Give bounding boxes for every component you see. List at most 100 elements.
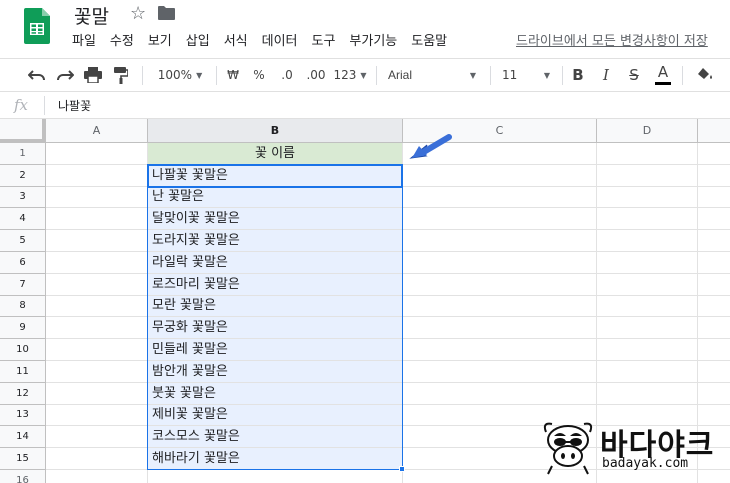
- number-format-select[interactable]: 123 ▼: [332, 59, 368, 91]
- cell-c9[interactable]: [403, 317, 597, 339]
- print-button[interactable]: [80, 59, 106, 91]
- row-header[interactable]: 12: [0, 383, 46, 405]
- row-header[interactable]: 1: [0, 143, 46, 165]
- cell-a12[interactable]: [46, 383, 148, 405]
- cell-e11[interactable]: [698, 361, 730, 383]
- font-select[interactable]: Arial ▼: [382, 59, 482, 91]
- cell-e4[interactable]: [698, 208, 730, 230]
- undo-button[interactable]: [24, 59, 50, 91]
- cell-a13[interactable]: [46, 405, 148, 426]
- cell-d7[interactable]: [597, 274, 698, 296]
- cell-e10[interactable]: [698, 339, 730, 361]
- cell-c7[interactable]: [403, 274, 597, 296]
- cell-d10[interactable]: [597, 339, 698, 361]
- cell-a3[interactable]: [46, 187, 148, 208]
- cell-b14[interactable]: 코스모스 꽃말은: [148, 426, 403, 448]
- cell-e12[interactable]: [698, 383, 730, 405]
- row-header[interactable]: 15: [0, 448, 46, 470]
- cell-c5[interactable]: [403, 230, 597, 252]
- star-icon[interactable]: ☆: [130, 3, 146, 24]
- cell-e7[interactable]: [698, 274, 730, 296]
- cell-d3[interactable]: [597, 187, 698, 208]
- row-header[interactable]: 13: [0, 405, 46, 426]
- row-header[interactable]: 14: [0, 426, 46, 448]
- cell-a14[interactable]: [46, 426, 148, 448]
- cell-c4[interactable]: [403, 208, 597, 230]
- menu-view[interactable]: 보기: [148, 32, 172, 52]
- cell-d1[interactable]: [597, 143, 698, 165]
- percent-format-button[interactable]: %: [248, 59, 270, 91]
- save-status-link[interactable]: 드라이브에서 모든 변경사항이 저장: [516, 32, 708, 52]
- row-header[interactable]: 8: [0, 296, 46, 317]
- decrease-decimal-button[interactable]: .0: [274, 59, 300, 91]
- select-all-corner[interactable]: [0, 119, 46, 143]
- cell-b8[interactable]: 모란 꽃말은: [148, 296, 403, 317]
- fill-color-button[interactable]: [692, 59, 718, 91]
- column-header-e[interactable]: [698, 119, 730, 143]
- font-size-select[interactable]: 11 ▼: [496, 59, 556, 91]
- cell-b5[interactable]: 도라지꽃 꽃말은: [148, 230, 403, 252]
- italic-button[interactable]: I: [594, 59, 618, 91]
- paint-format-button[interactable]: [108, 59, 134, 91]
- cell-b16[interactable]: [148, 470, 403, 483]
- cell-b9[interactable]: 무궁화 꽃말은: [148, 317, 403, 339]
- menu-addons[interactable]: 부가기능: [349, 32, 397, 52]
- cell-c12[interactable]: [403, 383, 597, 405]
- row-header[interactable]: 6: [0, 252, 46, 274]
- cell-a8[interactable]: [46, 296, 148, 317]
- cell-d4[interactable]: [597, 208, 698, 230]
- redo-button[interactable]: [52, 59, 78, 91]
- cell-e9[interactable]: [698, 317, 730, 339]
- strikethrough-button[interactable]: S: [622, 59, 646, 91]
- cell-e3[interactable]: [698, 187, 730, 208]
- cell-b11[interactable]: 밤안개 꽃말은: [148, 361, 403, 383]
- cell-a11[interactable]: [46, 361, 148, 383]
- menu-insert[interactable]: 삽입: [186, 32, 210, 52]
- doc-title[interactable]: 꽃말: [74, 2, 109, 29]
- cell-d12[interactable]: [597, 383, 698, 405]
- cell-b3[interactable]: 난 꽃말은: [148, 187, 403, 208]
- column-header-d[interactable]: D: [597, 119, 698, 143]
- cell-a15[interactable]: [46, 448, 148, 470]
- cell-b7[interactable]: 로즈마리 꽃말은: [148, 274, 403, 296]
- row-header[interactable]: 2: [0, 165, 46, 187]
- menu-help[interactable]: 도움말: [411, 32, 447, 52]
- cell-a16[interactable]: [46, 470, 148, 483]
- menu-file[interactable]: 파일: [72, 32, 96, 52]
- row-header[interactable]: 4: [0, 208, 46, 230]
- cell-c2[interactable]: [403, 165, 597, 187]
- row-header[interactable]: 3: [0, 187, 46, 208]
- cell-d11[interactable]: [597, 361, 698, 383]
- cell-a10[interactable]: [46, 339, 148, 361]
- cell-d9[interactable]: [597, 317, 698, 339]
- row-header[interactable]: 9: [0, 317, 46, 339]
- row-header[interactable]: 10: [0, 339, 46, 361]
- cell-c3[interactable]: [403, 187, 597, 208]
- formula-input[interactable]: 나팔꽃: [58, 97, 91, 114]
- cell-c6[interactable]: [403, 252, 597, 274]
- cell-e1[interactable]: [698, 143, 730, 165]
- cell-d2[interactable]: [597, 165, 698, 187]
- zoom-select[interactable]: 100% ▼: [148, 59, 212, 91]
- menu-data[interactable]: 데이터: [262, 32, 298, 52]
- cell-a5[interactable]: [46, 230, 148, 252]
- cell-b15[interactable]: 해바라기 꽃말은: [148, 448, 403, 470]
- menu-format[interactable]: 서식: [224, 32, 248, 52]
- cell-e8[interactable]: [698, 296, 730, 317]
- cell-a2[interactable]: [46, 165, 148, 187]
- menu-tools[interactable]: 도구: [312, 32, 336, 52]
- cell-a6[interactable]: [46, 252, 148, 274]
- cell-b1-header[interactable]: 꽃 이름: [148, 143, 403, 165]
- column-header-a[interactable]: A: [46, 119, 148, 143]
- cell-a7[interactable]: [46, 274, 148, 296]
- cell-e5[interactable]: [698, 230, 730, 252]
- column-header-b[interactable]: B: [148, 119, 403, 143]
- increase-decimal-button[interactable]: .00: [302, 59, 330, 91]
- menu-edit[interactable]: 수정: [110, 32, 134, 52]
- cell-b10[interactable]: 민들레 꽃말은: [148, 339, 403, 361]
- cell-a9[interactable]: [46, 317, 148, 339]
- cell-b6[interactable]: 라일락 꽃말은: [148, 252, 403, 274]
- cell-b4[interactable]: 달맞이꽃 꽃말은: [148, 208, 403, 230]
- folder-icon[interactable]: [158, 6, 175, 20]
- row-header[interactable]: 16: [0, 470, 46, 483]
